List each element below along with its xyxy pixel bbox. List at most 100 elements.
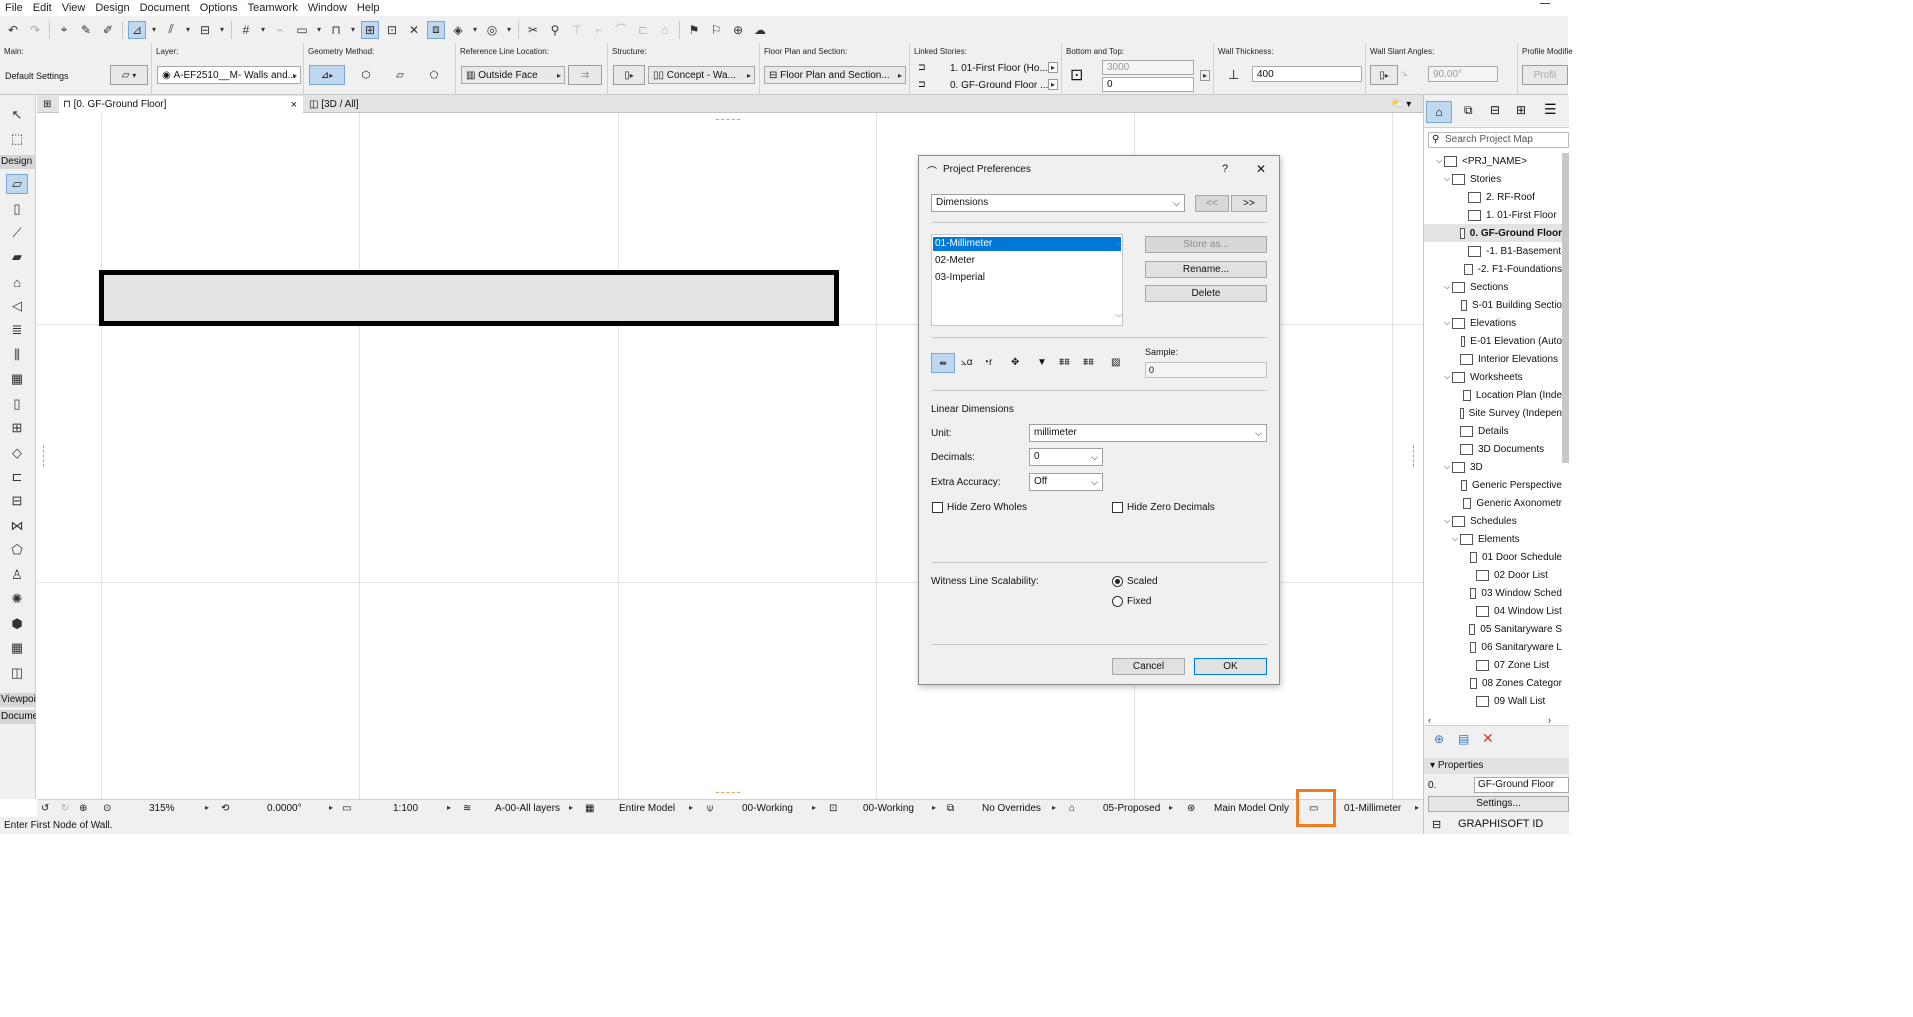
view-options-icon[interactable]: ⛅ ▾ <box>1387 96 1423 113</box>
wall-icon[interactable]: ▱ <box>6 174 28 194</box>
dropdown-arrow-icon[interactable]: ▾ <box>184 21 192 39</box>
ok-button[interactable]: OK <box>1194 658 1267 675</box>
hide-zero-wholes-checkbox[interactable] <box>932 502 943 513</box>
model-only-value[interactable]: Main Model Only <box>1214 803 1289 814</box>
object-icon[interactable]: ♙ <box>6 565 28 585</box>
sill-height-icon[interactable]: ⩩⩩ <box>1083 357 1094 368</box>
door-window-dimension-icon[interactable]: ⩩⩩ <box>1059 357 1070 368</box>
publish-icon[interactable]: ⊕ <box>729 21 747 39</box>
thickness-input[interactable]: 400 <box>1252 66 1362 82</box>
menu-file[interactable]: File <box>0 2 28 14</box>
tree-item[interactable]: 05 Sanitaryware S <box>1424 620 1562 638</box>
tree-item[interactable]: 2. RF-Roof <box>1424 188 1562 206</box>
adjust-icon[interactable]: ⌐ <box>590 21 608 39</box>
binoculars-icon[interactable]: ⚲ <box>546 21 564 39</box>
pick-up-parameters-icon[interactable]: ⌖ <box>55 21 73 39</box>
structure-type-button[interactable]: ▯ ▸ <box>613 65 645 85</box>
tree-item[interactable]: -2. F1-Foundations <box>1424 260 1562 278</box>
chevron-down-icon[interactable]: ⌵ <box>1442 516 1452 526</box>
arrow-right-icon[interactable]: ▸ <box>1415 803 1419 812</box>
snap-points-icon[interactable]: ⊟ <box>196 21 214 39</box>
arrow-right-icon[interactable]: ▸ <box>447 803 451 812</box>
level-dimension-icon[interactable]: ✥ <box>1011 357 1019 368</box>
arrow-right-icon[interactable]: ▸ <box>1048 79 1059 90</box>
suspend-groups-icon[interactable]: ⊞ <box>361 20 379 39</box>
tree-item[interactable]: Interior Elevations <box>1424 350 1562 368</box>
roof-icon[interactable]: ⌂ <box>6 272 28 292</box>
renovation-icon[interactable]: ⌂ <box>1069 803 1075 814</box>
beam-icon[interactable]: ⟋ <box>6 223 28 243</box>
minimize-icon[interactable] <box>1540 3 1550 4</box>
view-map-icon[interactable]: ⧉ <box>1464 103 1473 118</box>
angle-value[interactable]: 0.0000° <box>267 803 302 814</box>
stair-icon[interactable]: ≣ <box>6 320 28 340</box>
list-item-imperial[interactable]: 03-Imperial <box>933 271 1121 285</box>
arrow-right-icon[interactable]: ▸ <box>812 803 816 812</box>
fillet-icon[interactable]: ⌒ <box>612 21 630 39</box>
shell-icon[interactable]: ◁ <box>6 296 28 316</box>
profile-button[interactable]: Profil <box>1522 65 1568 85</box>
close-tab-icon[interactable]: × <box>291 99 297 111</box>
chevron-down-icon[interactable]: ⌵ <box>1434 156 1444 166</box>
fixed-radio[interactable] <box>1112 596 1123 607</box>
brand-label[interactable]: GRAPHISOFT ID <box>1458 818 1543 830</box>
wall-element[interactable] <box>99 270 839 326</box>
hide-zero-decimals-checkbox[interactable] <box>1112 502 1123 513</box>
redo-icon[interactable]: ↷ <box>26 21 44 39</box>
curtain-wall-icon[interactable]: ▦ <box>6 369 28 389</box>
flag-icon[interactable]: ⚑ <box>685 21 703 39</box>
undo-zoom-icon[interactable]: ↺ <box>41 803 49 814</box>
layout-book-icon[interactable]: ⊟ <box>1490 103 1500 117</box>
pen-icon[interactable]: ⍦ <box>707 803 713 814</box>
tree-item[interactable]: 1. 01-First Floor <box>1424 206 1562 224</box>
trapezoid-wall-button[interactable]: ▱ <box>388 65 412 85</box>
page-selector[interactable]: Dimensions ⌵ <box>931 194 1185 212</box>
arrow-right-icon[interactable]: ▸ <box>689 803 693 812</box>
arrow-right-icon[interactable]: ▸ <box>932 803 936 812</box>
tree-item[interactable]: 07 Zone List <box>1424 656 1562 674</box>
menu-document[interactable]: Document <box>135 2 195 14</box>
close-icon[interactable]: ✕ <box>1256 162 1266 176</box>
bimcloud-icon[interactable]: ☁ <box>751 21 769 39</box>
curved-wall-button[interactable]: ⬡ <box>352 65 380 85</box>
model-view-value[interactable]: Entire Model <box>619 803 675 814</box>
roof-icon[interactable]: ⌂ <box>656 21 674 39</box>
pen-set-value[interactable]: 00-Working <box>742 803 793 814</box>
tree-item[interactable]: ⌵ Sections <box>1424 278 1562 296</box>
dropdown-arrow-icon[interactable]: ▾ <box>315 21 323 39</box>
override-icon[interactable]: ⧉ <box>947 803 954 814</box>
renovation-value[interactable]: 05-Proposed <box>1103 803 1160 814</box>
lock-icon[interactable]: ⊓ <box>327 21 345 39</box>
store-as-button[interactable]: Store as... <box>1145 236 1267 253</box>
tree-item[interactable]: 3D Documents <box>1424 440 1562 458</box>
cancel-button[interactable]: Cancel <box>1112 658 1185 675</box>
tree-item[interactable]: ⌵ <PRJ_NAME> <box>1424 152 1562 170</box>
eyedropper-icon[interactable]: ✐ <box>99 21 117 39</box>
straight-wall-button[interactable]: ⊿ ▸ <box>309 65 345 85</box>
tree-item[interactable]: ⌵ 3D <box>1424 458 1562 476</box>
dropdown-arrow-icon[interactable]: ▾ <box>259 21 267 39</box>
arrow-right-icon[interactable]: ▸ <box>1048 62 1059 73</box>
window-icon[interactable]: ⊞ <box>6 418 28 438</box>
scroll-right-icon[interactable]: › <box>1548 715 1551 725</box>
project-map-icon[interactable]: ⌂ <box>1426 101 1452 123</box>
menu-icon[interactable]: ☰ <box>1544 101 1557 118</box>
publisher-icon[interactable]: ⊞ <box>1516 103 1526 117</box>
dropdown-arrow-icon[interactable]: ▾ <box>471 21 479 39</box>
properties-header[interactable]: ▾ Properties <box>1424 758 1569 774</box>
snap-guides-icon[interactable]: ⫽ <box>162 21 180 39</box>
chevron-down-icon[interactable]: ⌵ <box>1442 174 1452 184</box>
tree-item[interactable]: ⌵ Elevations <box>1424 314 1562 332</box>
chevron-down-icon[interactable]: ⌵ <box>1450 534 1460 544</box>
unit-select[interactable]: millimeter ⌵ <box>1029 424 1267 442</box>
mvo-value[interactable]: 00-Working <box>863 803 914 814</box>
tree-item[interactable]: Site Survey (Indepen <box>1424 404 1562 422</box>
model-only-icon[interactable]: ⊛ <box>1187 803 1195 814</box>
list-item-millimeter[interactable]: 01-Millimeter <box>933 237 1121 251</box>
tree-item[interactable]: ⌵ Worksheets <box>1424 368 1562 386</box>
redo-zoom-icon[interactable]: ↻ <box>61 803 69 814</box>
override-value[interactable]: No Overrides <box>982 803 1041 814</box>
railing-icon[interactable]: ⫼ <box>6 345 28 365</box>
tree-item[interactable]: Generic Axonometr <box>1424 494 1562 512</box>
radial-dimension-icon[interactable]: ◔r <box>983 357 992 368</box>
